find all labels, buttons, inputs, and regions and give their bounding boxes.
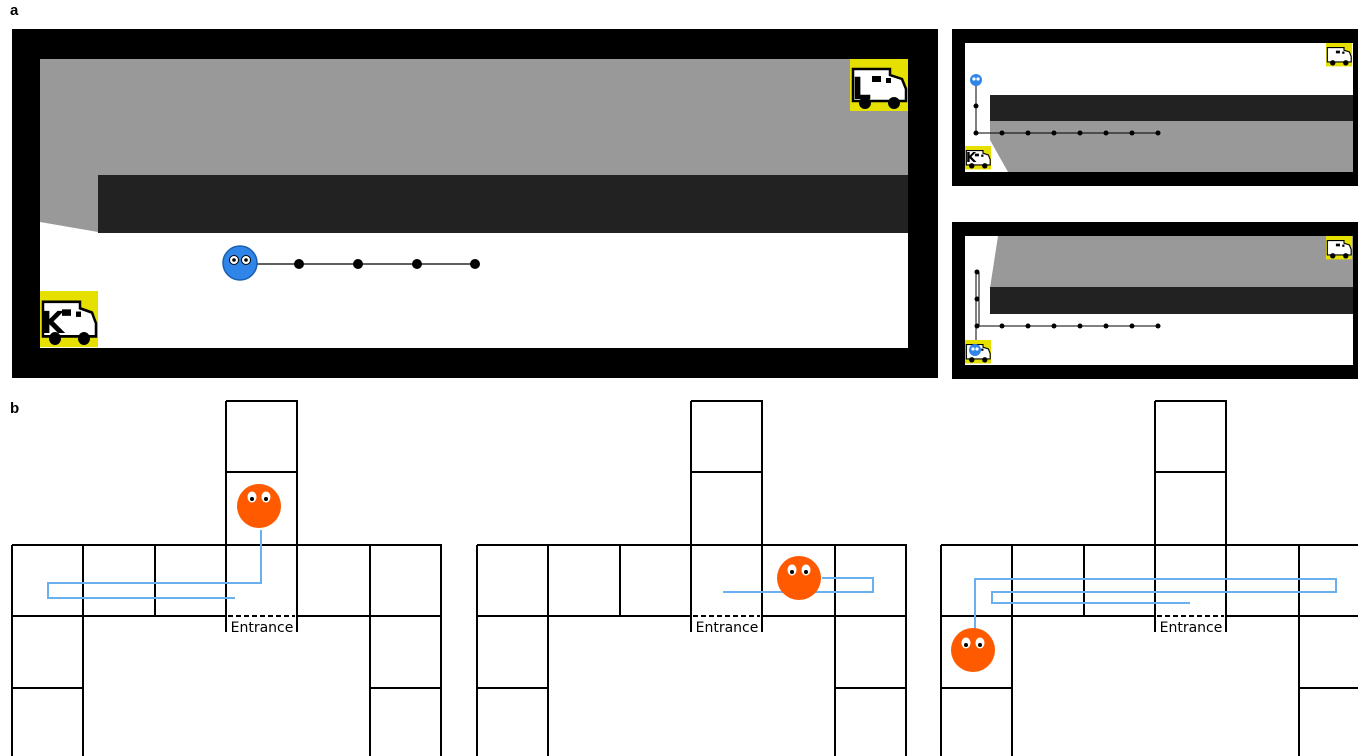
floor-plan-1 [11, 400, 442, 756]
main-path-dot [294, 259, 304, 269]
figure-canvas: K L K Entrance Entrance Entrance [11, 29, 1358, 756]
panel-a-main: K L [12, 29, 938, 378]
entrance-label-1: Entrance [231, 620, 294, 636]
main-path-dot [353, 259, 363, 269]
entrance-label-3: Entrance [1160, 620, 1223, 636]
food-truck-l-icon [1325, 235, 1353, 260]
truck-k-letter: K [966, 151, 977, 166]
small-bottom-shadow [990, 236, 1353, 288]
panel-a-small-bottom [952, 222, 1358, 379]
truck-l-letter: L [852, 72, 871, 107]
blue-agent-icon [969, 344, 981, 356]
main-wall [98, 175, 908, 233]
main-path-dot [470, 259, 480, 269]
panel-a-small-top: K [952, 29, 1358, 186]
main-path-dot [412, 259, 422, 269]
blue-agent-icon [970, 74, 982, 86]
small-top-shadow [990, 120, 1353, 172]
entrance-label-2: Entrance [696, 620, 759, 636]
food-truck-l-icon [1325, 42, 1353, 67]
orange-agent-icon [237, 484, 281, 528]
orange-agent-icon [777, 556, 821, 600]
small-top-wall [990, 95, 1353, 121]
orange-agent-icon [951, 628, 995, 672]
small-bottom-wall [990, 287, 1353, 314]
truck-k-letter: K [41, 306, 66, 341]
blue-agent-icon [222, 245, 258, 281]
